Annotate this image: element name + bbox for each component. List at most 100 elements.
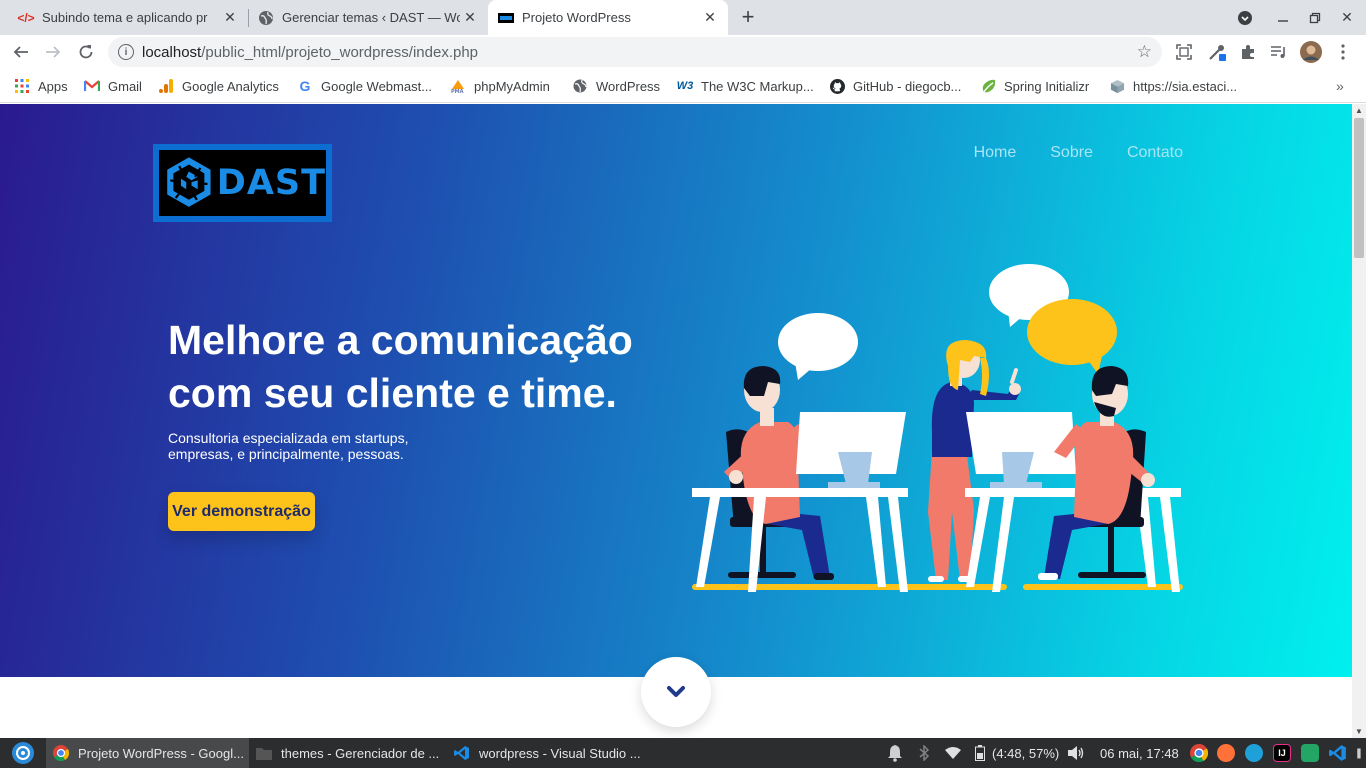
bookmark-label: Spring Initializr [1004, 78, 1090, 94]
info-icon[interactable]: i [118, 44, 134, 60]
hero-subtext: Consultoria especializada em startups, e… [168, 430, 409, 462]
tab-search-icon[interactable] [1229, 0, 1261, 35]
chrome-menu-icon[interactable] [1332, 41, 1354, 63]
android-studio-icon[interactable] [1301, 744, 1319, 762]
bluetooth-icon[interactable] [918, 738, 930, 768]
dast-hexagon-icon [167, 157, 211, 207]
back-icon[interactable] [8, 39, 34, 65]
tab-strip: </> Subindo tema e aplicando pr ✕ Gerenc… [0, 0, 1366, 35]
extensions-puzzle-icon[interactable] [1237, 41, 1259, 63]
bookmark-label: Google Webmast... [321, 78, 433, 94]
address-bar[interactable]: i localhost/public_html/projeto_wordpres… [108, 37, 1162, 67]
vscode-tray-icon[interactable] [1329, 744, 1347, 762]
bookmark-wordpress[interactable]: WordPress [572, 77, 660, 95]
more-bookmarks-chevron-icon[interactable]: » [1336, 77, 1344, 95]
close-tab-icon[interactable]: ✕ [700, 8, 720, 28]
profile-avatar[interactable] [1300, 41, 1322, 63]
firefox-icon[interactable] [1217, 744, 1235, 762]
bookmark-label: GitHub - diegocb... [853, 78, 962, 94]
bookmark-sia-estacio[interactable]: https://sia.estaci... [1109, 77, 1237, 95]
bookmark-apps[interactable]: Apps [14, 77, 68, 95]
tab-title: Projeto WordPress [522, 10, 631, 25]
bookmark-github[interactable]: GitHub - diegocb... [829, 77, 961, 95]
tab-title: Subindo tema e aplicando pr [42, 10, 208, 25]
demo-button[interactable]: Ver demonstração [168, 492, 315, 531]
tab-subindo-tema[interactable]: </> Subindo tema e aplicando pr ✕ [0, 0, 248, 35]
screenshot-icon[interactable] [1173, 41, 1195, 63]
tab-projeto-wordpress[interactable]: Projeto WordPress ✕ [488, 0, 728, 35]
bookmark-label: The W3C Markup... [701, 78, 814, 94]
close-tab-icon[interactable]: ✕ [460, 8, 480, 28]
minimize-icon[interactable] [1267, 0, 1299, 35]
bookmark-label: Gmail [108, 78, 142, 94]
speech-bubble-left [778, 313, 858, 380]
tray-overflow-icon[interactable]: ❚ [1354, 744, 1364, 762]
chrome-tray-icon[interactable] [1190, 744, 1208, 762]
scroll-down-arrow-icon[interactable]: ▼ [1355, 727, 1363, 736]
taskbar-file-manager-window[interactable]: themes - Gerenciador de ... [249, 738, 447, 768]
desk-right [965, 488, 1181, 592]
forward-icon[interactable] [40, 39, 66, 65]
volume-icon[interactable] [1067, 738, 1085, 768]
notification-bell-icon[interactable] [886, 738, 904, 768]
clock[interactable]: 06 mai, 17:48 [1100, 738, 1179, 768]
chevron-down-icon [667, 686, 685, 697]
start-menu-icon [12, 742, 34, 764]
bookmark-label: https://sia.estaci... [1133, 78, 1238, 94]
apps-grid-icon [14, 78, 30, 94]
cube-icon [1109, 78, 1125, 94]
nav-link-sobre[interactable]: Sobre [1050, 144, 1093, 162]
globe-icon [572, 78, 588, 94]
os-taskbar: Projeto WordPress - Googl... themes - Ge… [0, 738, 1366, 768]
reload-icon[interactable] [73, 39, 99, 65]
url-path: /public_html/projeto_wordpress/index.php [201, 44, 479, 61]
browser-toolbar: i localhost/public_html/projeto_wordpres… [0, 35, 1366, 69]
site-logo[interactable]: DAST [153, 144, 332, 222]
extension-dropper-icon[interactable] [1206, 41, 1228, 63]
battery-status: (4:48, 57%) [992, 745, 1060, 761]
bookmark-spring-initializr[interactable]: Spring Initializr [980, 77, 1089, 95]
taskbar-window-title: wordpress - Visual Studio ... [479, 745, 641, 761]
bookmark-star-icon[interactable]: ☆ [1137, 42, 1152, 62]
nav-link-home[interactable]: Home [974, 144, 1017, 162]
edge-dev-icon[interactable] [1245, 744, 1263, 762]
close-window-icon[interactable]: ✕ [1331, 0, 1363, 35]
page-scrollbar[interactable]: ▲ ▼ [1352, 104, 1366, 738]
new-tab-button[interactable]: + [736, 4, 760, 29]
spring-icon [980, 78, 996, 94]
bookmark-label: Google Analytics [182, 78, 279, 94]
intellij-icon[interactable]: IJ [1273, 744, 1291, 762]
site-nav: Home Sobre Contato [974, 144, 1183, 162]
bookmark-gmail[interactable]: Gmail [84, 77, 142, 95]
logo-text: DAST [216, 163, 326, 203]
chrome-icon [52, 744, 70, 762]
desk-left [692, 488, 908, 592]
scroll-down-button[interactable] [641, 657, 711, 727]
monitor-left [796, 412, 906, 488]
wifi-icon[interactable] [944, 738, 962, 768]
hero-headline: Melhore a comunicação com seu cliente e … [168, 317, 633, 416]
media-queue-icon[interactable] [1268, 41, 1290, 63]
bookmark-phpmyadmin[interactable]: PMA phpMyAdmin [450, 77, 550, 95]
bookmark-label: phpMyAdmin [474, 78, 550, 94]
taskbar-chrome-window[interactable]: Projeto WordPress - Googl... [46, 738, 249, 768]
tab-title: Gerenciar temas ‹ DAST — Wo [282, 10, 460, 25]
taskbar-vscode-window[interactable]: wordpress - Visual Studio ... [447, 738, 649, 768]
scroll-up-arrow-icon[interactable]: ▲ [1355, 106, 1363, 115]
bookmarks-bar: Apps Gmail Google Analytics G Google Web… [0, 69, 1366, 103]
battery-icon[interactable] [975, 738, 985, 768]
vscode-icon [453, 744, 471, 762]
bookmark-w3c[interactable]: W3 The W3C Markup... [677, 77, 814, 95]
github-icon [829, 78, 845, 94]
close-tab-icon[interactable]: ✕ [220, 8, 240, 28]
scrollbar-thumb[interactable] [1354, 118, 1364, 258]
bookmark-google-webmaster[interactable]: G Google Webmast... [297, 77, 433, 95]
w3c-icon: W3 [676, 80, 694, 92]
restore-icon[interactable] [1299, 0, 1331, 35]
start-menu-button[interactable] [0, 738, 46, 768]
tab-gerenciar-temas[interactable]: Gerenciar temas ‹ DAST — Wo ✕ [240, 0, 488, 35]
google-icon: G [299, 78, 311, 94]
nav-link-contato[interactable]: Contato [1127, 144, 1183, 162]
bookmark-google-analytics[interactable]: Google Analytics [158, 77, 279, 95]
analytics-icon [158, 78, 174, 94]
